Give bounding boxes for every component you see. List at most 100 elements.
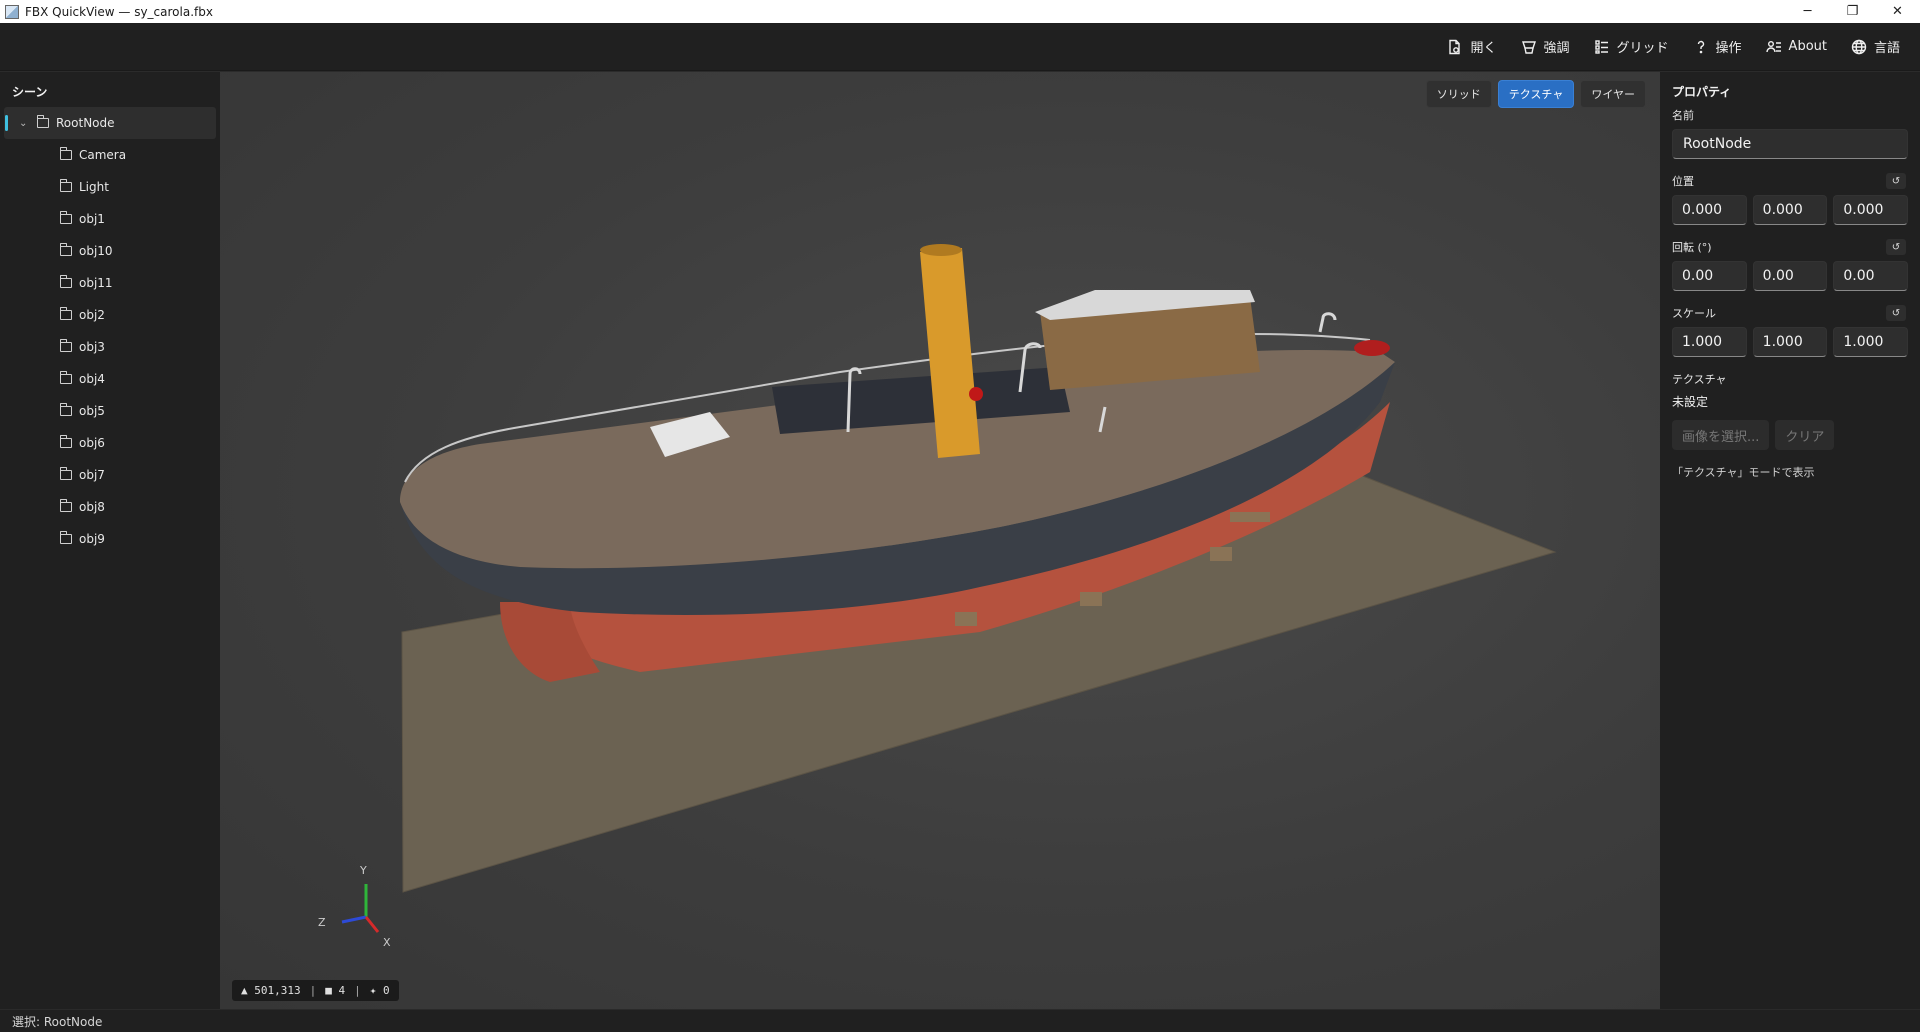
grid-button[interactable]: グリッド [1584, 30, 1679, 64]
tree-item-obj3[interactable]: obj3 [4, 331, 216, 363]
axis-y-label: Y [360, 864, 367, 877]
open-button[interactable]: 開く [1437, 30, 1506, 64]
name-field[interactable]: RootNode [1672, 129, 1908, 159]
about-button[interactable]: About [1756, 30, 1837, 64]
bow-capstan [1354, 340, 1390, 356]
open-label: 開く [1470, 41, 1497, 56]
keel-block [1080, 592, 1102, 606]
tree-item-label: obj10 [79, 244, 113, 258]
axis-x-label: X [383, 936, 391, 949]
reset-position-button[interactable]: ↺ [1886, 173, 1906, 189]
tree-item-label: obj4 [79, 372, 105, 386]
scale-label-text: スケール [1672, 307, 1716, 320]
selection-indicator [5, 115, 8, 131]
scale-y-input[interactable]: 1.000 [1752, 327, 1828, 357]
controls-help-label: 操作 [1715, 41, 1742, 56]
rotation-z-input[interactable]: 0.00 [1833, 261, 1909, 291]
highlight-icon [1521, 40, 1536, 54]
properties-title: プロパティ [1672, 85, 1732, 99]
stats-separator: | [309, 984, 317, 997]
texture-actions: 画像を選択... クリア [1672, 420, 1920, 450]
folder-icon [60, 371, 72, 384]
name-label-text: 名前 [1672, 109, 1694, 122]
scale-x-input[interactable]: 1.000 [1672, 327, 1747, 357]
scene-panel: シーン ⌄ RootNode Camera Light obj1 obj10 o… [0, 72, 220, 1009]
selection-status: 選択: RootNode [12, 1014, 103, 1029]
tree-item-obj4[interactable]: obj4 [4, 363, 216, 395]
highlight-button[interactable]: 強調 [1511, 30, 1580, 64]
rotation-x-input[interactable]: 0.00 [1672, 261, 1747, 291]
view-mode-texture[interactable]: テクスチャ [1497, 80, 1575, 108]
scale-z-input[interactable]: 1.000 [1833, 327, 1909, 357]
tree-item-obj8[interactable]: obj8 [4, 491, 216, 523]
tree-item-obj5[interactable]: obj5 [4, 395, 216, 427]
position-fields: 0.000 0.000 0.000 [1672, 195, 1909, 225]
tree-item-label: obj6 [79, 436, 105, 450]
tree-item-obj11[interactable]: obj11 [4, 267, 216, 299]
tree-item-obj9[interactable]: obj9 [4, 523, 216, 555]
folder-icon [60, 211, 72, 224]
tree-item-label: obj8 [79, 500, 105, 514]
scale-fields: 1.000 1.000 1.000 [1672, 327, 1909, 357]
3d-viewport[interactable]: Y Z X ソリッド テクスチャ ワイヤー ▲ 501,313 | ■ 4 | … [220, 72, 1660, 1009]
tree-item-obj6[interactable]: obj6 [4, 427, 216, 459]
minimize-button[interactable]: ─ [1785, 0, 1830, 23]
folder-icon [37, 115, 49, 128]
tree-item-label: obj7 [79, 468, 105, 482]
clear-texture-button[interactable]: クリア [1775, 420, 1835, 450]
keel-block [955, 612, 977, 626]
view-mode-wireframe[interactable]: ワイヤー [1580, 80, 1646, 108]
maximize-button[interactable]: ❐ [1830, 0, 1875, 23]
tree-item-label: obj1 [79, 212, 105, 226]
properties-panel: プロパティ 名前 RootNode 位置 ↺ 0.000 0.000 0.000… [1660, 72, 1920, 1009]
folder-icon [60, 307, 72, 320]
globe-icon [1851, 39, 1867, 54]
position-x-input[interactable]: 0.000 [1672, 195, 1747, 225]
name-label: 名前 [1672, 107, 1920, 123]
keel-block [1230, 512, 1270, 522]
about-icon [1765, 40, 1781, 52]
position-z-input[interactable]: 0.000 [1833, 195, 1909, 225]
about-label: About [1788, 39, 1827, 54]
grid-label: グリッド [1616, 41, 1669, 56]
tree-item-obj2[interactable]: obj2 [4, 299, 216, 331]
open-file-icon [1449, 39, 1461, 54]
rotation-fields: 0.00 0.00 0.00 [1672, 261, 1909, 291]
texture-value: 未設定 [1672, 395, 1709, 409]
texture-label: テクスチャ [1672, 371, 1920, 387]
rotation-label: 回転 (°) ↺ [1672, 239, 1920, 255]
view-mode-toggle: ソリッド テクスチャ ワイヤー [1425, 80, 1646, 108]
select-image-button[interactable]: 画像を選択... [1672, 420, 1770, 450]
folder-icon [60, 403, 72, 416]
texture-label-text: テクスチャ [1672, 373, 1727, 386]
controls-help-button[interactable]: 操作 [1683, 30, 1752, 64]
axis-z-line [341, 915, 367, 924]
folder-icon [60, 243, 72, 256]
position-y-input[interactable]: 0.000 [1752, 195, 1828, 225]
reset-rotation-button[interactable]: ↺ [1886, 239, 1906, 255]
app-icon [5, 4, 19, 19]
tree-item-obj10[interactable]: obj10 [4, 235, 216, 267]
position-label: 位置 ↺ [1672, 173, 1920, 189]
window-controls: ─ ❐ ✕ [1785, 0, 1920, 23]
tree-item-rootnode[interactable]: ⌄ RootNode [4, 107, 216, 139]
tree-item-light[interactable]: Light [4, 171, 216, 203]
folder-icon [60, 339, 72, 352]
tree-item-obj7[interactable]: obj7 [4, 459, 216, 491]
reset-scale-button[interactable]: ↺ [1886, 305, 1906, 321]
tree-item-label: obj2 [79, 308, 105, 322]
view-mode-solid[interactable]: ソリッド [1425, 80, 1492, 108]
chevron-down-icon[interactable]: ⌄ [19, 118, 31, 129]
highlight-label: 強調 [1543, 41, 1570, 56]
folder-icon [60, 531, 72, 544]
main-toolbar: 開く 強調 グリッド 操作 About 言語 [0, 23, 1920, 71]
position-label-text: 位置 [1672, 175, 1694, 188]
tree-item-obj1[interactable]: obj1 [4, 203, 216, 235]
tree-item-camera[interactable]: Camera [4, 139, 216, 171]
funnel-light [969, 387, 983, 401]
triangle-count: ▲ 501,313 [241, 984, 301, 997]
close-button[interactable]: ✕ [1875, 0, 1920, 23]
rotation-y-input[interactable]: 0.00 [1752, 261, 1828, 291]
language-button[interactable]: 言語 [1841, 30, 1910, 64]
keel-block [1210, 547, 1232, 561]
